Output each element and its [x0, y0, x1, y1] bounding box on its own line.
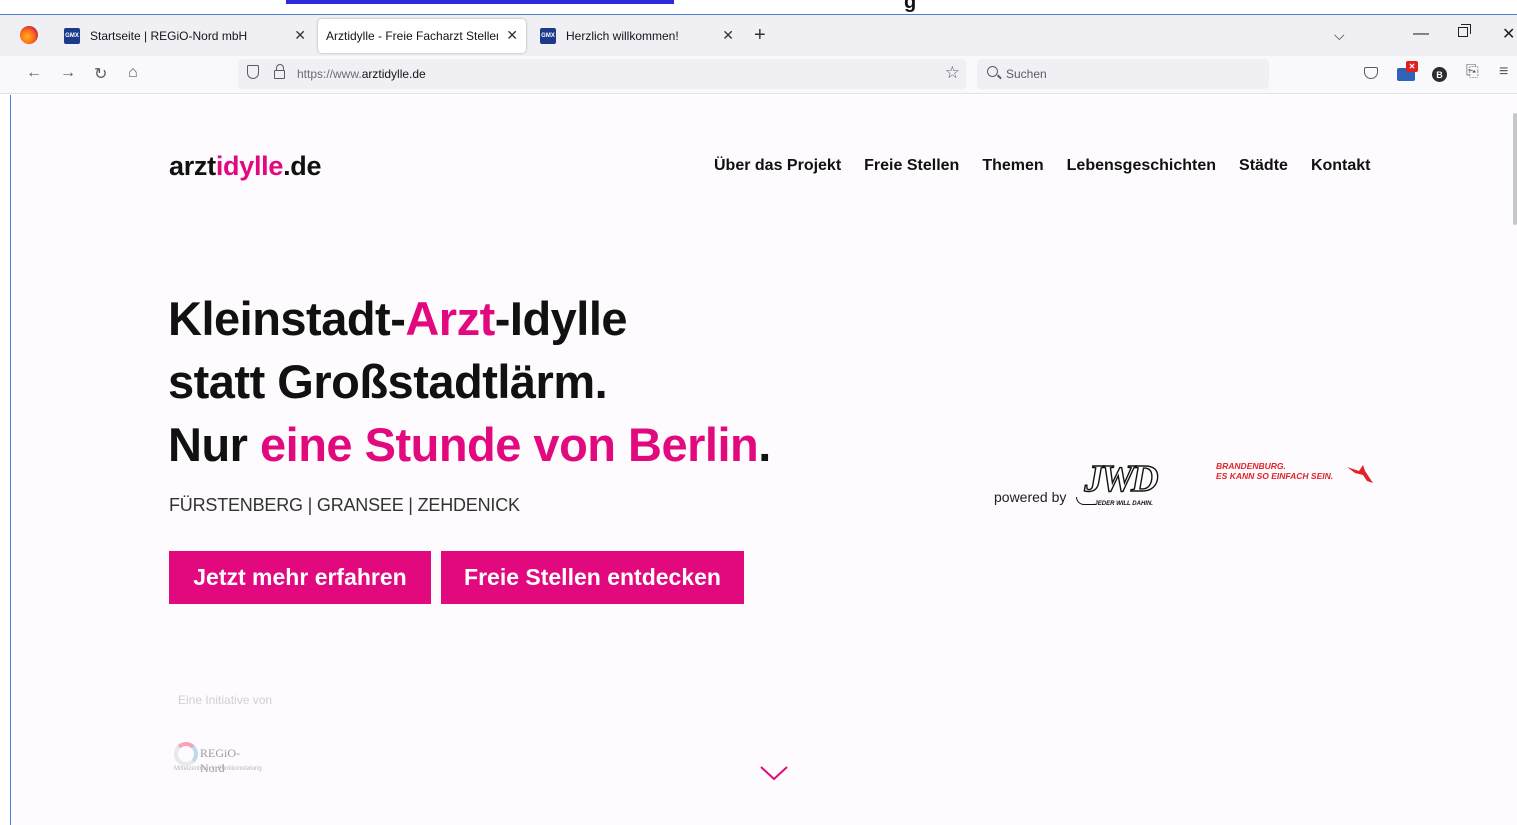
tab-herzlich-willkommen[interactable]: GMX Herzlich willkommen! ✕ [532, 19, 742, 53]
scrollbar[interactable] [1513, 113, 1517, 225]
back-icon[interactable]: ← [26, 64, 42, 82]
top-strip: g [0, 0, 1517, 14]
jwd-tagline: JEDER WILL DAHIN. [1094, 501, 1153, 507]
close-tab-icon[interactable]: ✕ [294, 27, 306, 44]
home-icon[interactable]: ⌂ [128, 64, 138, 82]
tracking-shield-icon[interactable] [247, 65, 259, 79]
firefox-icon[interactable] [20, 26, 38, 44]
hero-line-1: Kleinstadt-Arzt-Idylle [168, 292, 628, 345]
window-close-icon[interactable]: ✕ [1502, 24, 1515, 44]
powered-by-label: powered by [994, 489, 1067, 505]
restore-icon[interactable] [1458, 24, 1471, 37]
highlighted-link-fragment [286, 0, 674, 4]
page-viewport: arztidylle.de Über das Projekt Freie Ste… [10, 95, 1517, 825]
url-bar[interactable]: https://www.arztidylle.de ☆ [238, 59, 966, 89]
reload-icon[interactable]: ↻ [94, 64, 107, 84]
hero-line-3: Nur eine Stunde von Berlin. [168, 418, 771, 471]
nav-themen[interactable]: Themen [982, 157, 1043, 175]
jwd-logo[interactable]: JWD JEDER WILL DAHIN. [1076, 457, 1168, 507]
extensions-icon[interactable]: ⎘ [1466, 63, 1479, 81]
search-bar[interactable]: Suchen [977, 59, 1269, 89]
tab-list-chevron-icon[interactable]: ⌵ [1334, 27, 1345, 44]
bookmark-star-icon[interactable]: ☆ [945, 63, 960, 83]
search-icon [987, 66, 998, 77]
regio-ring-icon [174, 742, 198, 766]
regio-nord-logo[interactable]: REGiO-Nord Mittelzentrum in Funktionstei… [174, 740, 264, 788]
lock-icon[interactable] [274, 64, 285, 79]
tab-regio-nord[interactable]: GMX Startseite | REGiO-Nord mbH ✕ [56, 19, 314, 53]
minimize-icon[interactable]: — [1413, 25, 1429, 43]
tab-title: Startseite | REGiO-Nord mbH [90, 29, 248, 43]
jwd-letters: JWD [1084, 457, 1160, 500]
brandenburg-logo[interactable]: BRANDENBURG. ES KANN SO EINFACH SEIN. [1216, 461, 1373, 483]
brandenburg-line-2: ES KANN SO EINFACH SEIN. [1216, 471, 1334, 481]
bitwarden-icon[interactable]: B [1432, 67, 1447, 82]
regio-subtitle: Mittelzentrum in Funktionsteilung [174, 766, 262, 772]
discover-jobs-button[interactable]: Freie Stellen entdecken [441, 551, 744, 604]
brandenburg-line-1: BRANDENBURG. [1216, 461, 1286, 471]
nav-kontakt[interactable]: Kontakt [1311, 157, 1371, 175]
site-logo[interactable]: arztidylle.de [169, 151, 321, 182]
tab-arztidylle[interactable]: Arztidylle - Freie Facharzt Stellen ein … [318, 19, 526, 53]
hero-line-2: statt Großstadtlärm. [168, 355, 608, 408]
close-tab-icon[interactable]: ✕ [722, 27, 734, 44]
new-tab-icon[interactable]: + [754, 24, 766, 47]
nav-toolbar: ← → ↻ ⌂ https://www.arztidylle.de ☆ Such… [0, 56, 1517, 94]
tab-title: Arztidylle - Freie Facharzt Stellen ein [326, 29, 498, 43]
url-text[interactable]: https://www.arztidylle.de [297, 67, 426, 81]
initiative-label: Eine Initiative von [178, 693, 273, 707]
search-placeholder: Suchen [1006, 67, 1047, 81]
nav-freie-stellen[interactable]: Freie Stellen [864, 157, 959, 175]
nav-ueber-das-projekt[interactable]: Über das Projekt [714, 157, 841, 175]
nav-lebensgeschichten[interactable]: Lebensgeschichten [1067, 157, 1216, 175]
cut-off-text: g [904, 0, 917, 13]
chevron-down-icon[interactable] [759, 763, 789, 783]
gmx-favicon-icon: GMX [540, 28, 556, 44]
gmx-favicon-icon: GMX [64, 28, 80, 44]
pocket-icon[interactable] [1364, 67, 1378, 79]
forward-icon[interactable]: → [60, 64, 76, 82]
hamburger-menu-icon[interactable]: ≡ [1499, 63, 1508, 81]
mail-notifier-icon[interactable]: ✕ [1397, 61, 1418, 81]
cities-subtitle: FÜRSTENBERG | GRANSEE | ZEHDENICK [169, 495, 520, 515]
tab-bar: GMX Startseite | REGiO-Nord mbH ✕ Arztid… [0, 14, 1517, 56]
hero-headline: Kleinstadt-Arzt-Idylle statt Großstadtlä… [168, 287, 771, 476]
main-nav: Über das Projekt Freie Stellen Themen Le… [714, 157, 1371, 175]
learn-more-button[interactable]: Jetzt mehr erfahren [169, 551, 431, 604]
red-eagle-icon [1347, 465, 1373, 483]
mail-badge: ✕ [1406, 61, 1418, 72]
powered-by-block: powered by JWD JEDER WILL DAHIN. [994, 457, 1168, 507]
nav-staedte[interactable]: Städte [1239, 157, 1288, 175]
tab-title: Herzlich willkommen! [566, 29, 679, 43]
close-tab-icon[interactable]: ✕ [506, 27, 518, 44]
